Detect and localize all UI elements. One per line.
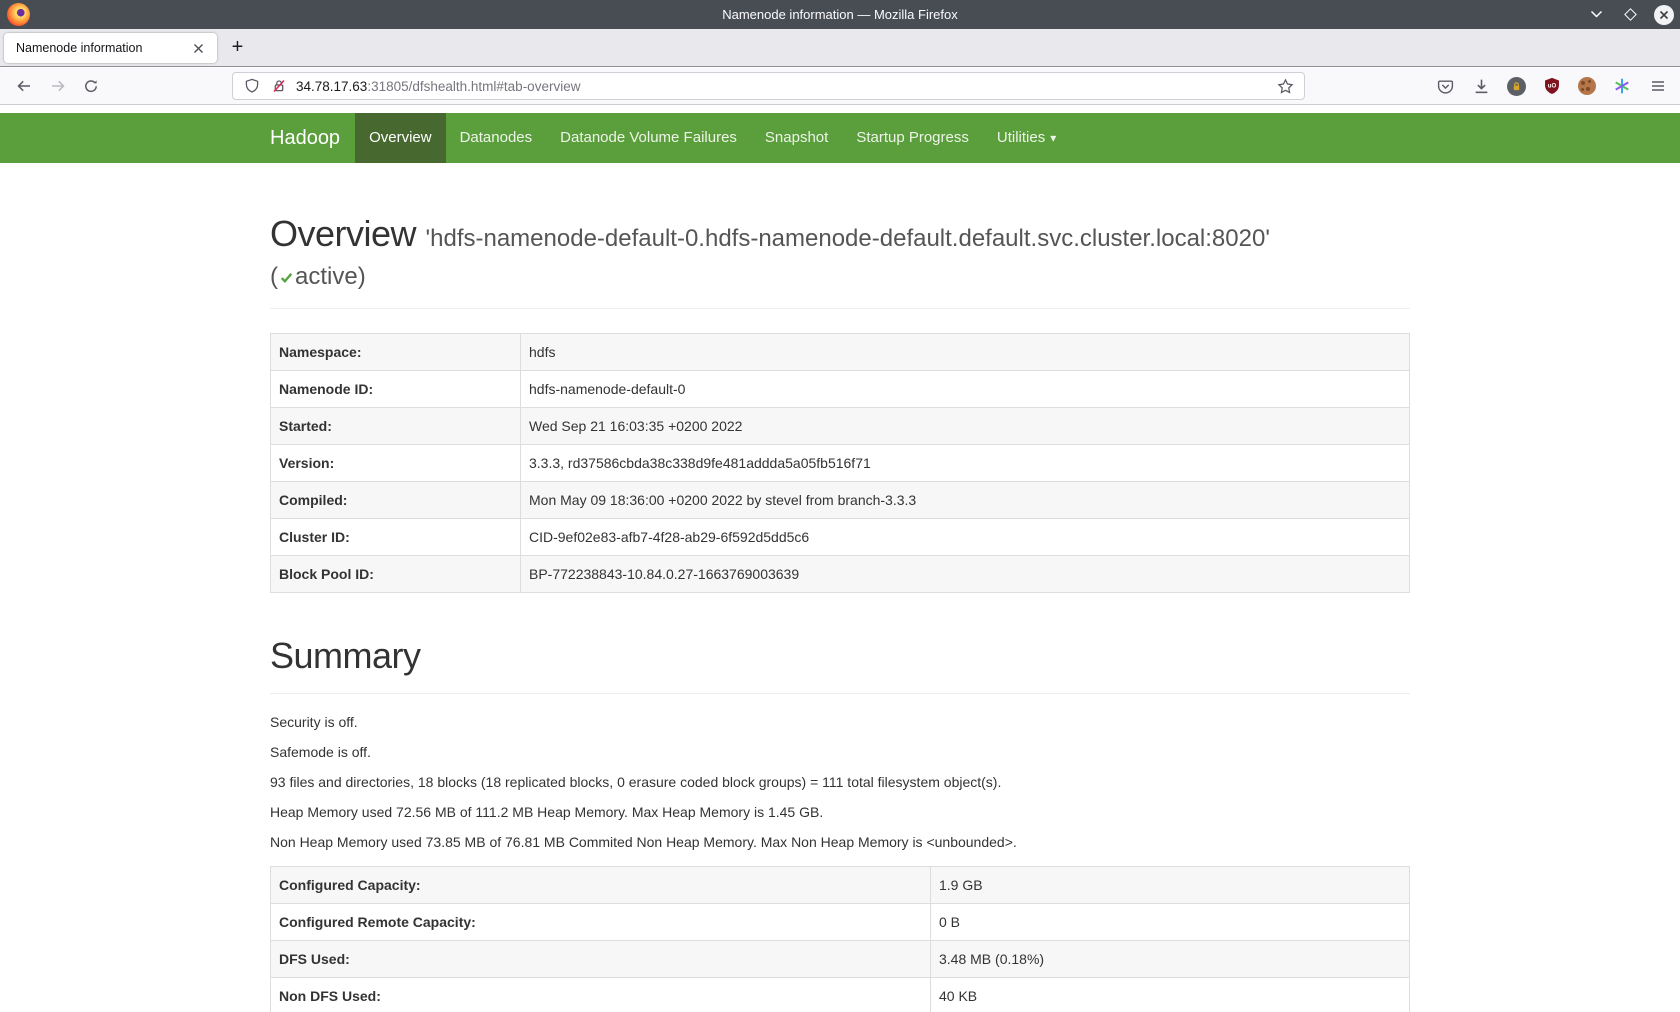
divider — [270, 308, 1410, 309]
table-row: DFS Used:3.48 MB (0.18%) — [271, 941, 1410, 978]
summary-heading: Summary — [270, 635, 1410, 677]
divider — [270, 693, 1410, 694]
new-tab-button[interactable]: + — [224, 34, 251, 61]
reload-icon[interactable] — [77, 72, 105, 100]
row-value: 0 B — [931, 904, 1410, 941]
row-value: Mon May 09 18:36:00 +0200 2022 by stevel… — [521, 482, 1410, 519]
table-row: Block Pool ID:BP-772238843-10.84.0.27-16… — [271, 556, 1410, 593]
row-value: 3.48 MB (0.18%) — [931, 941, 1410, 978]
url-path: :31805/dfshealth.html#tab-overview — [367, 79, 580, 94]
svg-text:uO: uO — [1548, 84, 1557, 90]
browser-toolbar: 34.78.17.63:31805/dfshealth.html#tab-ove… — [0, 68, 1680, 105]
row-value: 40 KB — [931, 978, 1410, 1012]
overview-heading: Overview 'hdfs-namenode-default-0.hdfs-n… — [270, 213, 1410, 255]
table-row: Compiled:Mon May 09 18:36:00 +0200 2022 … — [271, 482, 1410, 519]
table-row: Non DFS Used:40 KB — [271, 978, 1410, 1012]
table-row: Version:3.3.3, rd37586cbda38c338d9fe481a… — [271, 445, 1410, 482]
pocket-icon[interactable] — [1435, 76, 1455, 96]
row-label: Compiled: — [271, 482, 521, 519]
row-label: Cluster ID: — [271, 519, 521, 556]
privacy-extension-icon[interactable] — [1507, 77, 1526, 96]
row-value: hdfs — [521, 334, 1410, 371]
hadoop-navbar: Hadoop OverviewDatanodesDatanode Volume … — [0, 113, 1680, 163]
table-row: Configured Remote Capacity:0 B — [271, 904, 1410, 941]
row-label: Non DFS Used: — [271, 978, 931, 1012]
row-value: 3.3.3, rd37586cbda38c338d9fe481addda5a05… — [521, 445, 1410, 482]
back-icon[interactable] — [10, 72, 38, 100]
namenode-status: (active) — [270, 263, 1410, 292]
tracking-shield-icon[interactable] — [242, 76, 262, 96]
row-label: Version: — [271, 445, 521, 482]
summary-line: Heap Memory used 72.56 MB of 111.2 MB He… — [270, 802, 1410, 822]
summary-line: Safemode is off. — [270, 742, 1410, 762]
namenode-address: 'hdfs-namenode-default-0.hdfs-namenode-d… — [426, 225, 1270, 252]
row-value: hdfs-namenode-default-0 — [521, 371, 1410, 408]
row-value: Wed Sep 21 16:03:35 +0200 2022 — [521, 408, 1410, 445]
table-row: Namespace:hdfs — [271, 334, 1410, 371]
window-maximize-icon[interactable] — [1620, 5, 1640, 25]
row-label: Configured Capacity: — [271, 867, 931, 904]
row-label: Namespace: — [271, 334, 521, 371]
nav-item-utilities[interactable]: Utilities▾ — [983, 113, 1070, 163]
row-label: Started: — [271, 408, 521, 445]
capacity-table: Configured Capacity:1.9 GBConfigured Rem… — [270, 866, 1410, 1012]
nav-item-datanode-volume-failures[interactable]: Datanode Volume Failures — [546, 113, 751, 163]
tab-strip: Namenode information + — [0, 29, 1680, 67]
row-label: Namenode ID: — [271, 371, 521, 408]
row-value: BP-772238843-10.84.0.27-1663769003639 — [521, 556, 1410, 593]
row-label: Configured Remote Capacity: — [271, 904, 931, 941]
summary-lines: Security is off. Safemode is off. 93 files… — [270, 712, 1410, 852]
nav-item-datanodes[interactable]: Datanodes — [446, 113, 547, 163]
cookie-extension-icon[interactable] — [1578, 77, 1596, 95]
table-row: Configured Capacity:1.9 GB — [271, 867, 1410, 904]
tab-title: Namenode information — [16, 41, 188, 55]
ublock-origin-icon[interactable]: uO — [1542, 76, 1562, 96]
url-text: 34.78.17.63:31805/dfshealth.html#tab-ove… — [296, 79, 1268, 94]
web-page: Hadoop OverviewDatanodesDatanode Volume … — [0, 106, 1680, 1012]
summary-line: 93 files and directories, 18 blocks (18 … — [270, 772, 1410, 792]
namenode-info-table: Namespace:hdfsNamenode ID:hdfs-namenode-… — [270, 333, 1410, 593]
downloads-icon[interactable] — [1471, 76, 1491, 96]
window-close-icon[interactable] — [1654, 5, 1674, 25]
row-label: Block Pool ID: — [271, 556, 521, 593]
bookmark-star-icon[interactable] — [1275, 76, 1295, 96]
table-row: Namenode ID:hdfs-namenode-default-0 — [271, 371, 1410, 408]
active-tab[interactable]: Namenode information — [4, 33, 217, 63]
active-check-icon — [279, 264, 294, 292]
nav-item-startup-progress[interactable]: Startup Progress — [842, 113, 983, 163]
navbar-brand[interactable]: Hadoop — [270, 113, 355, 163]
row-label: DFS Used: — [271, 941, 931, 978]
summary-line: Security is off. — [270, 712, 1410, 732]
url-host: 34.78.17.63 — [296, 79, 367, 94]
table-row: Started:Wed Sep 21 16:03:35 +0200 2022 — [271, 408, 1410, 445]
page-content: Overview 'hdfs-namenode-default-0.hdfs-n… — [255, 213, 1425, 1012]
status-label: active — [295, 263, 358, 290]
row-value: 1.9 GB — [931, 867, 1410, 904]
row-value: CID-9ef02e83-afb7-4f28-ab29-6f592d5dd5c6 — [521, 519, 1410, 556]
container-asterisk-icon[interactable] — [1612, 76, 1632, 96]
window-titlebar: Namenode information — Mozilla Firefox — [0, 0, 1680, 29]
nav-item-snapshot[interactable]: Snapshot — [751, 113, 842, 163]
tab-close-icon[interactable] — [188, 38, 208, 58]
window-minimize-icon[interactable] — [1586, 5, 1606, 25]
url-bar[interactable]: 34.78.17.63:31805/dfshealth.html#tab-ove… — [232, 72, 1305, 100]
nav-item-overview[interactable]: Overview — [355, 113, 446, 163]
navbar-items: OverviewDatanodesDatanode Volume Failure… — [355, 113, 1070, 163]
caret-down-icon: ▾ — [1050, 128, 1056, 148]
forward-icon[interactable] — [44, 72, 72, 100]
menu-hamburger-icon[interactable] — [1648, 76, 1668, 96]
overview-title: Overview — [270, 213, 416, 254]
table-row: Cluster ID:CID-9ef02e83-afb7-4f28-ab29-6… — [271, 519, 1410, 556]
summary-line: Non Heap Memory used 73.85 MB of 76.81 M… — [270, 832, 1410, 852]
browser-window: Namenode information — Mozilla Firefox N… — [0, 0, 1680, 1012]
insecure-lock-icon[interactable] — [269, 76, 289, 96]
window-title: Namenode information — Mozilla Firefox — [0, 0, 1680, 29]
